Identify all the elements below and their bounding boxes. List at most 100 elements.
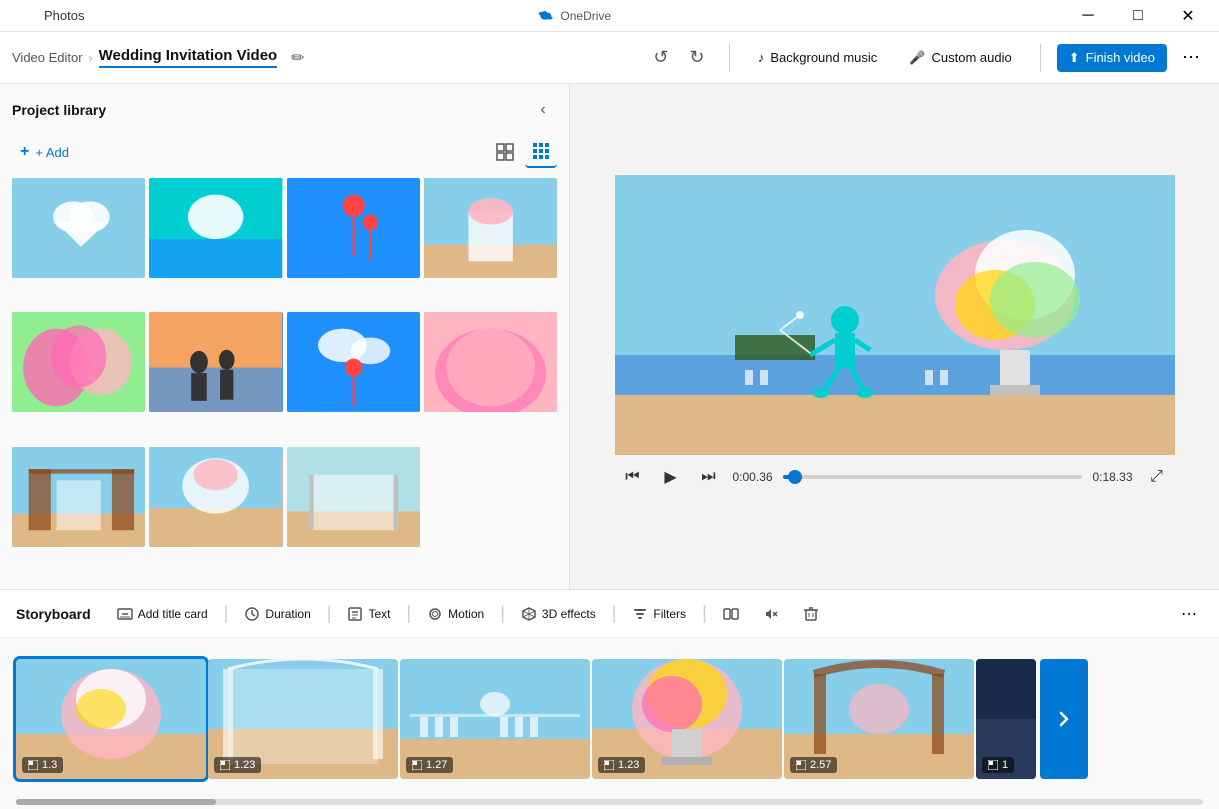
library-toolbar: + + Add	[12, 136, 557, 168]
media-item[interactable]	[12, 178, 145, 278]
image-icon	[220, 760, 230, 770]
image-icon	[28, 760, 38, 770]
more-options-button[interactable]: ⋯	[1175, 42, 1207, 74]
breadcrumb-parent[interactable]: Video Editor	[12, 50, 83, 65]
fullscreen-button[interactable]: ⤢	[1143, 463, 1171, 491]
3d-effects-icon	[521, 606, 537, 622]
list-view-button[interactable]	[525, 136, 557, 168]
next-clip-button[interactable]	[1040, 659, 1088, 779]
clip-duration-4: 1.23	[598, 757, 645, 773]
delete-icon	[803, 606, 819, 622]
app-bar: Video Editor › Wedding Invitation Video …	[0, 32, 1219, 84]
separator-2: |	[327, 603, 332, 624]
duration-icon	[244, 606, 260, 622]
scrollbar-thumb[interactable]	[16, 799, 216, 805]
back-button[interactable]	[8, 2, 36, 30]
delete-clip-button[interactable]	[793, 601, 829, 627]
clip-duration-5: 2.57	[790, 757, 837, 773]
skip-forward-button[interactable]: ⏭	[695, 463, 723, 491]
media-item[interactable]	[149, 178, 282, 278]
progress-thumb[interactable]	[788, 470, 802, 484]
custom-audio-label: Custom audio	[932, 50, 1012, 65]
storyboard-track: 1.3 1.23	[0, 638, 1219, 799]
add-icon: +	[20, 143, 29, 161]
close-button[interactable]: ✕	[1165, 0, 1211, 32]
motion-button[interactable]: Motion	[417, 601, 494, 627]
onedrive-icon	[538, 11, 554, 21]
music-icon: ♪	[758, 50, 765, 65]
undo-redo-group: ↺ ↻	[645, 42, 713, 74]
media-item[interactable]	[149, 312, 282, 412]
app-bar-center: ↺ ↻ ♪ Background music 🎤 Custom audio ⬆ …	[645, 42, 1207, 74]
media-item[interactable]	[12, 312, 145, 412]
title-bar-controls: ─ □ ✕	[1065, 0, 1211, 32]
progress-track[interactable]	[783, 475, 1083, 479]
media-item[interactable]	[424, 178, 557, 278]
background-music-button[interactable]: ♪ Background music	[746, 44, 889, 71]
filters-icon	[632, 606, 648, 622]
storyboard-toolbar: Storyboard Add title card | Duration |	[0, 590, 1219, 638]
storyboard-clip[interactable]: 1	[976, 659, 1036, 779]
filters-button[interactable]: Filters	[622, 601, 696, 627]
clip-duration-6: 1	[982, 757, 1014, 773]
remove-audio-button[interactable]	[753, 601, 789, 627]
onedrive-label: OneDrive	[560, 9, 611, 23]
3d-effects-label: 3D effects	[542, 607, 596, 621]
left-panel: Project library ‹ + + Add	[0, 84, 570, 589]
separator-5: |	[612, 603, 617, 624]
motion-icon	[427, 606, 443, 622]
collapse-button[interactable]: ‹	[529, 96, 557, 124]
divider-2	[1040, 44, 1041, 72]
view-toggle	[489, 136, 557, 168]
storyboard-clip[interactable]: 1.23	[208, 659, 398, 779]
breadcrumb: Video Editor › Wedding Invitation Video …	[12, 47, 645, 68]
storyboard-clip[interactable]: 1.27	[400, 659, 590, 779]
total-time: 0:18.33	[1092, 470, 1132, 484]
media-item[interactable]	[12, 447, 145, 547]
media-item[interactable]	[149, 447, 282, 547]
horizontal-scrollbar[interactable]	[16, 799, 1203, 805]
split-button[interactable]	[713, 601, 749, 627]
add-title-card-button[interactable]: Add title card	[107, 601, 218, 627]
maximize-button[interactable]: □	[1115, 0, 1161, 32]
clip-duration-1: 1.3	[22, 757, 63, 773]
custom-audio-button[interactable]: 🎤 Custom audio	[897, 44, 1023, 72]
chevron-right-icon	[1054, 709, 1074, 729]
text-button[interactable]: Text	[337, 601, 400, 627]
storyboard-more-button[interactable]: ⋯	[1175, 600, 1203, 628]
media-item[interactable]	[287, 178, 420, 278]
filters-label: Filters	[653, 607, 686, 621]
add-media-button[interactable]: + + Add	[12, 139, 77, 165]
media-item[interactable]	[287, 447, 420, 547]
finish-video-label: Finish video	[1086, 50, 1155, 65]
media-grid	[12, 178, 557, 577]
play-button[interactable]: ▶	[657, 463, 685, 491]
onedrive-status: OneDrive	[538, 9, 611, 23]
duration-label: Duration	[265, 607, 310, 621]
grid-large-icon	[496, 143, 514, 161]
add-title-card-label: Add title card	[138, 607, 208, 621]
storyboard-clip[interactable]: 1.23	[592, 659, 782, 779]
skip-back-button[interactable]: ⏮	[619, 463, 647, 491]
storyboard-clip[interactable]: 2.57	[784, 659, 974, 779]
separator-4: |	[500, 603, 505, 624]
clip-duration-3: 1.27	[406, 757, 453, 773]
video-controls: ⏮ ▶ ⏭ 0:00.36 0:18.33 ⤢	[615, 455, 1175, 499]
video-scene	[615, 175, 1175, 455]
storyboard-clip[interactable]: 1.3	[16, 659, 206, 779]
separator-3: |	[406, 603, 411, 624]
redo-button[interactable]: ↻	[681, 42, 713, 74]
minimize-button[interactable]: ─	[1065, 0, 1111, 32]
breadcrumb-current: Wedding Invitation Video	[99, 47, 278, 68]
duration-button[interactable]: Duration	[234, 601, 320, 627]
edit-title-icon[interactable]: ✏	[291, 48, 304, 68]
grid-view-button[interactable]	[489, 136, 521, 168]
finish-video-button[interactable]: ⬆ Finish video	[1057, 44, 1167, 72]
remove-audio-icon	[763, 606, 779, 622]
3d-effects-button[interactable]: 3D effects	[511, 601, 606, 627]
undo-button[interactable]: ↺	[645, 42, 677, 74]
media-item[interactable]	[424, 312, 557, 412]
breadcrumb-separator: ›	[89, 51, 93, 65]
video-canvas	[615, 175, 1175, 455]
media-item[interactable]	[287, 312, 420, 412]
